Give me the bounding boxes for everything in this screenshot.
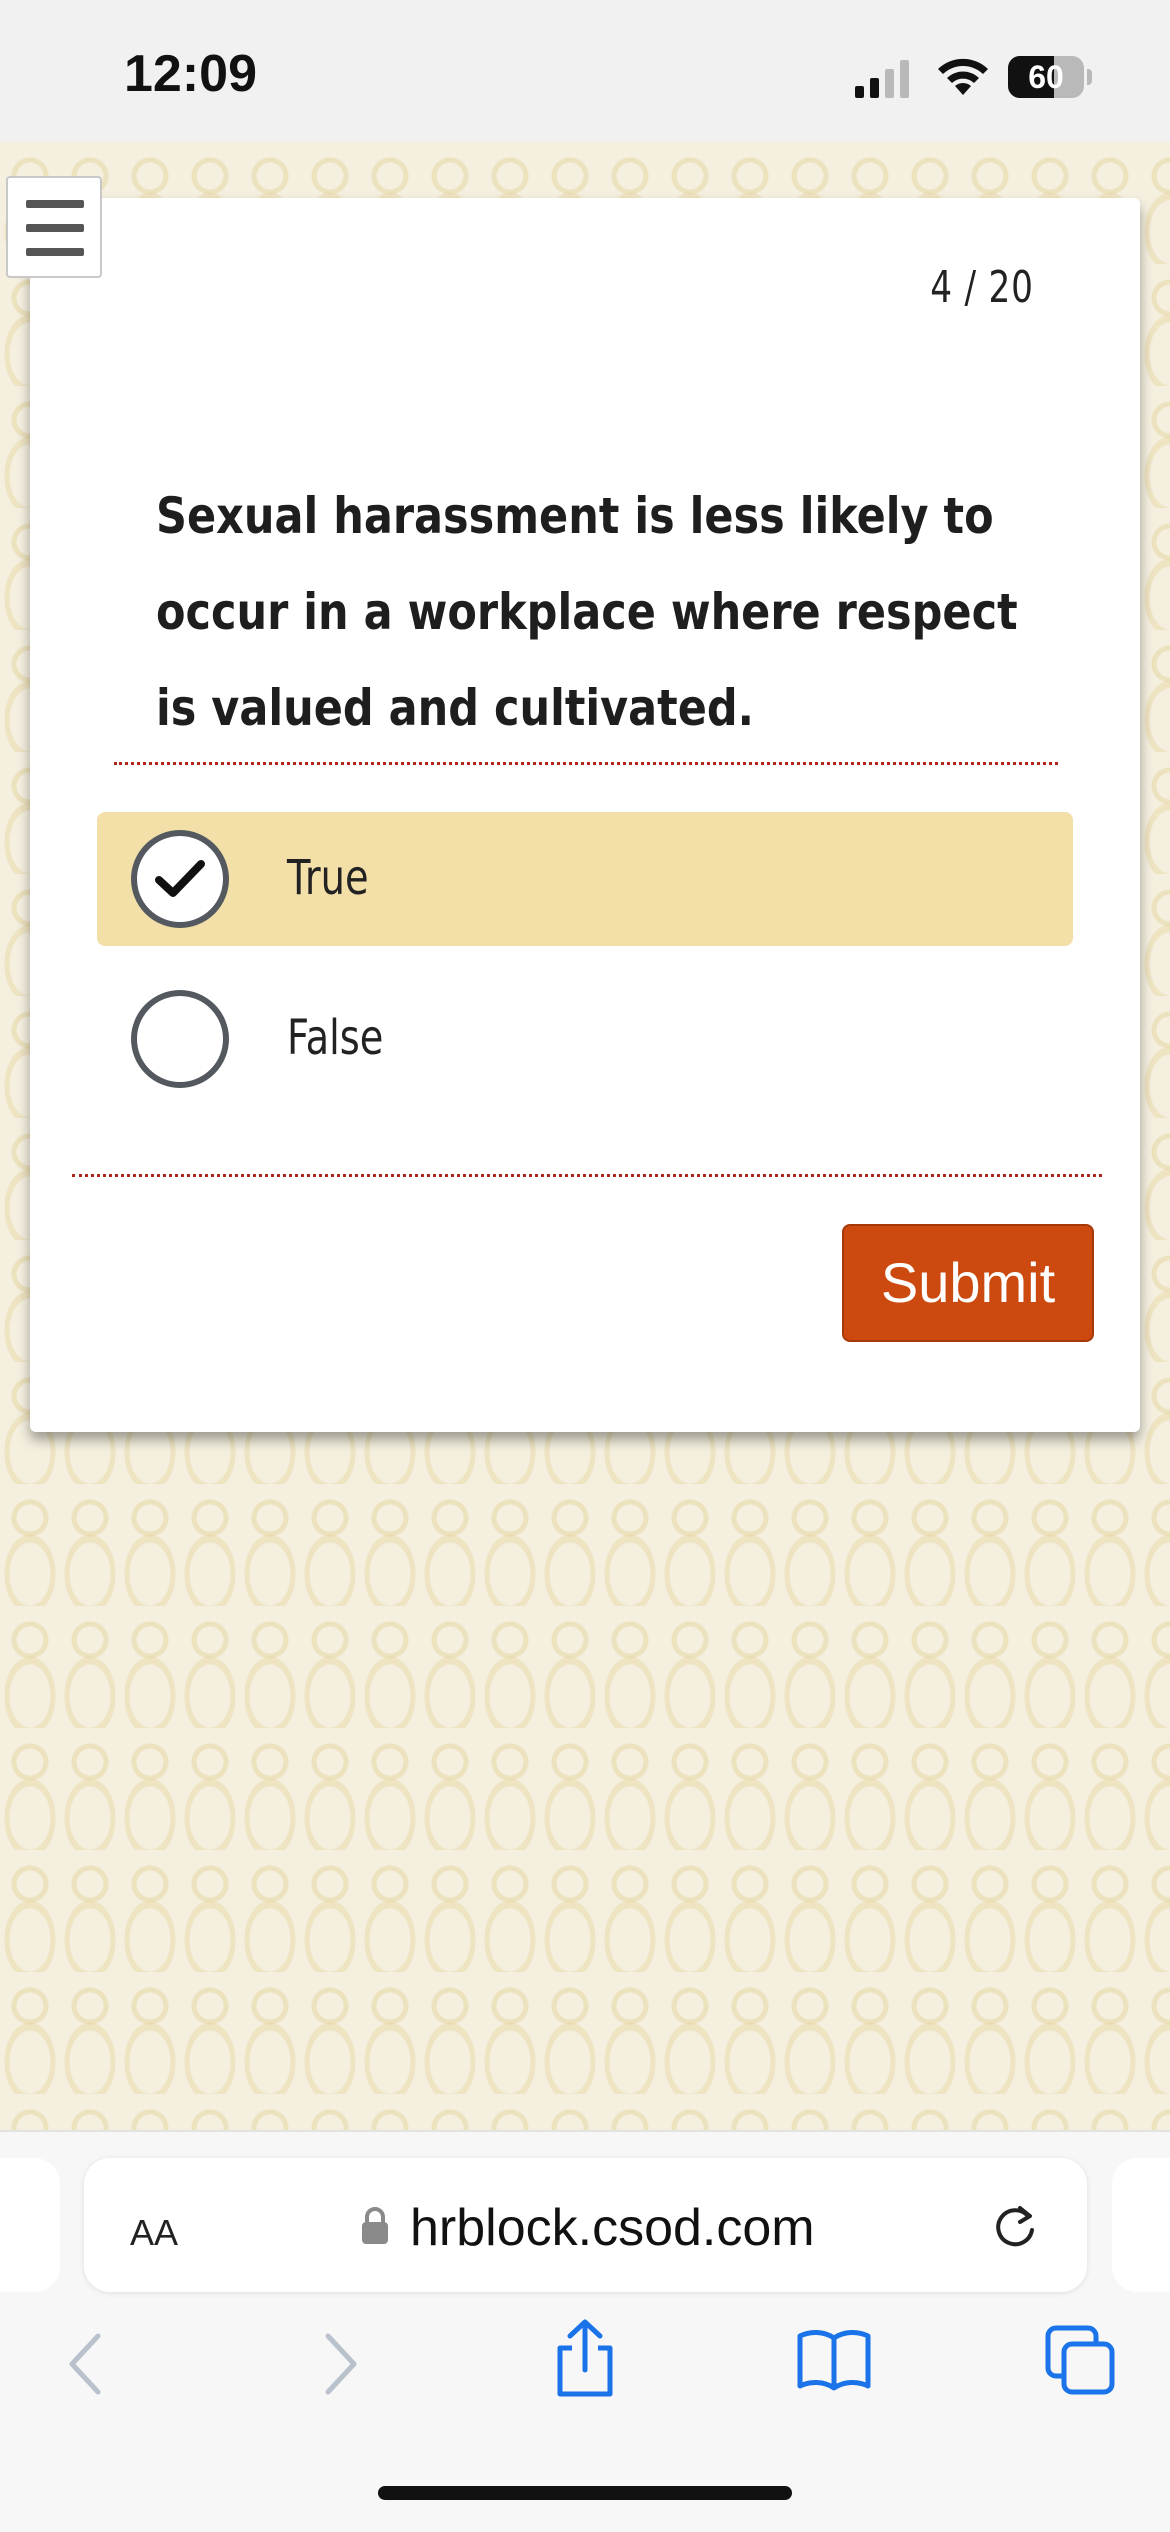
- next-tab[interactable]: [1112, 2158, 1170, 2292]
- divider: [72, 1174, 1102, 1177]
- status-bar: 12:09 60: [0, 0, 1170, 142]
- browser-toolbar: AA hrblock.csod.com: [0, 2130, 1170, 2532]
- divider: [114, 762, 1058, 765]
- option-false[interactable]: False: [97, 972, 1073, 1106]
- radio-checked[interactable]: [131, 830, 229, 928]
- submit-button[interactable]: Submit: [842, 1224, 1094, 1342]
- battery-level: 60: [1028, 59, 1064, 95]
- url-text[interactable]: hrblock.csod.com: [410, 2198, 815, 2258]
- question-line: Sexual harassment is less likely to: [156, 487, 994, 545]
- question-progress: 4 / 20: [930, 262, 1034, 313]
- previous-tab[interactable]: [0, 2158, 60, 2292]
- signal-icon: [855, 60, 909, 98]
- forward-icon[interactable]: [320, 2332, 360, 2396]
- back-icon[interactable]: [66, 2332, 106, 2396]
- option-true[interactable]: True: [97, 812, 1073, 946]
- checkmark-icon: [155, 860, 205, 897]
- question-line: occur in a workplace where respect: [156, 583, 1018, 641]
- text-size-button[interactable]: AA: [130, 2202, 178, 2257]
- share-icon[interactable]: [550, 2318, 620, 2398]
- option-label: True: [287, 850, 369, 906]
- battery-icon: 60: [1008, 56, 1092, 98]
- quiz-card: 4 / 20 Sexual harassment is less likely …: [30, 198, 1140, 1432]
- address-bar[interactable]: AA hrblock.csod.com: [84, 2158, 1087, 2292]
- hamburger-menu-icon[interactable]: [6, 176, 102, 278]
- wifi-icon: [938, 58, 988, 95]
- bookmarks-icon[interactable]: [796, 2328, 872, 2392]
- option-label: False: [287, 1010, 384, 1066]
- question-line: is valued and cultivated.: [156, 679, 755, 737]
- reload-icon[interactable]: [990, 2202, 1040, 2252]
- text-size-label: AA: [130, 2212, 179, 2253]
- lock-icon: [362, 2207, 388, 2244]
- tabs-icon[interactable]: [1044, 2324, 1116, 2396]
- status-time: 12:09: [124, 45, 257, 103]
- radio-unchecked[interactable]: [131, 990, 229, 1088]
- question-text: Sexual harassment is less likely to occu…: [156, 468, 1018, 756]
- home-indicator: [378, 2486, 792, 2500]
